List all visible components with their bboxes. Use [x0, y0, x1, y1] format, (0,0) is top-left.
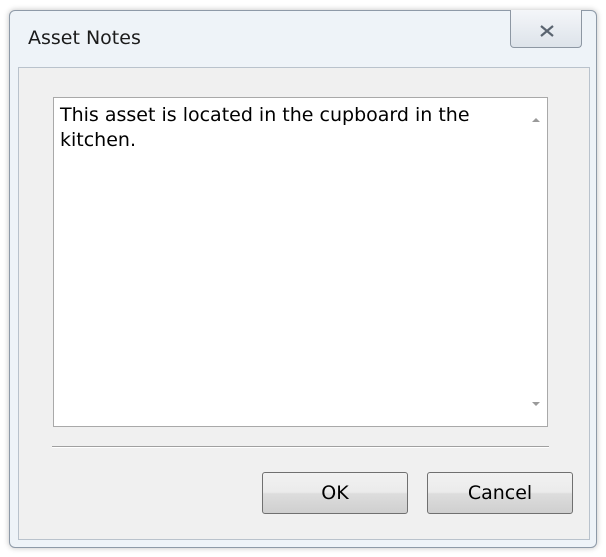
asset-notes-dialog: Asset Notes This asset is located in the… [9, 10, 597, 548]
close-button[interactable] [510, 10, 582, 48]
scroll-down-arrow-icon[interactable] [532, 402, 540, 406]
notes-text[interactable]: This asset is located in the cupboard in… [60, 103, 520, 153]
divider [52, 446, 549, 448]
scroll-up-arrow-icon[interactable] [532, 118, 540, 122]
dialog-content: This asset is located in the cupboard in… [18, 67, 590, 540]
vertical-scrollbar[interactable] [526, 98, 547, 426]
window-title: Asset Notes [28, 27, 141, 49]
notes-textarea[interactable]: This asset is located in the cupboard in… [53, 97, 548, 427]
ok-button[interactable]: OK [262, 472, 408, 514]
cancel-button[interactable]: Cancel [427, 472, 573, 514]
close-icon [540, 25, 554, 37]
